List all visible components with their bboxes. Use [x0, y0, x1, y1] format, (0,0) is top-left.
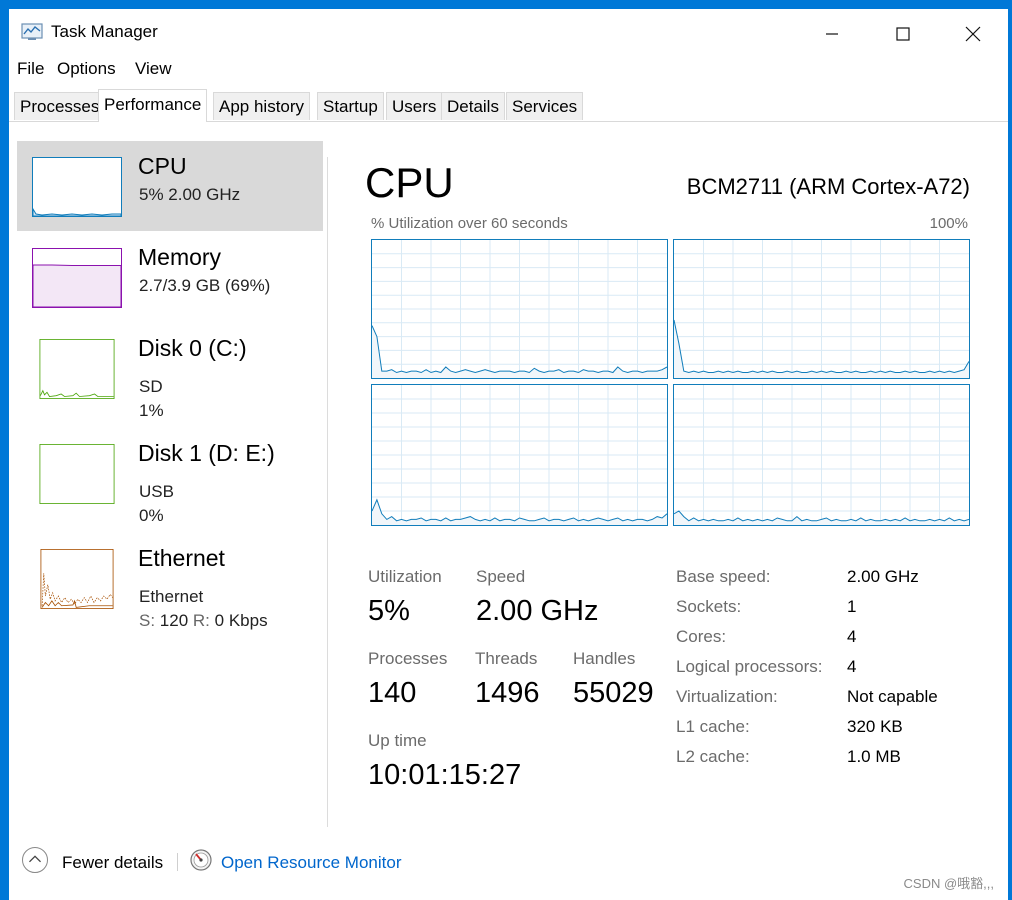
memory-thumbnail-graph: [32, 248, 122, 308]
sidebar-item-label: Disk 1 (D: E:): [138, 440, 275, 466]
core-graph-3: [371, 384, 668, 526]
task-manager-icon: [21, 23, 43, 40]
sockets-value: 1: [847, 597, 857, 616]
l1-cache-label: L1 cache:: [676, 717, 750, 736]
receive-label: R:: [192, 611, 210, 630]
cpu-thumbnail-graph: [32, 157, 122, 217]
core-graph-1: [371, 239, 668, 379]
cores-label: Cores:: [676, 627, 727, 646]
base-speed-value: 2.00 GHz: [847, 567, 919, 586]
resource-monitor-icon: [190, 849, 212, 871]
window-title: Task Manager: [51, 22, 158, 41]
graph-caption: % Utilization over 60 seconds: [371, 215, 568, 232]
tab-processes[interactable]: Processes: [14, 92, 106, 120]
send-value: 120: [159, 611, 189, 630]
processes-label: Processes: [368, 649, 448, 668]
sidebar-item-detail: SD: [139, 377, 163, 396]
page-title: CPU: [365, 159, 454, 206]
processes-value: 140: [368, 677, 417, 709]
l2-cache-value: 1.0 MB: [847, 747, 901, 766]
ethernet-thumbnail-graph: [32, 549, 122, 609]
chevron-up-icon[interactable]: [22, 847, 48, 873]
minimize-icon: [826, 33, 838, 35]
send-label: S:: [139, 611, 156, 630]
sidebar-divider: [327, 157, 328, 827]
speed-label: Speed: [476, 567, 526, 586]
utilization-label: Utilization: [368, 567, 442, 586]
sidebar-item-value: 0%: [139, 506, 164, 525]
virtualization-value: Not capable: [847, 687, 938, 706]
uptime-value: 10:01:15:27: [368, 759, 522, 791]
open-resource-monitor-link[interactable]: Open Resource Monitor: [221, 853, 401, 873]
sidebar-item-memory[interactable]: Memory 2.7/3.9 GB (69%): [17, 232, 323, 322]
tab-services[interactable]: Services: [506, 92, 584, 120]
maximize-button[interactable]: [879, 9, 927, 57]
base-speed-label: Base speed:: [676, 567, 771, 586]
close-button[interactable]: [949, 9, 997, 57]
cores-value: 4: [847, 627, 857, 646]
logical-processors-label: Logical processors:: [676, 657, 823, 676]
core-graph-4: [673, 384, 970, 526]
minimize-button[interactable]: [808, 9, 856, 57]
handles-label: Handles: [573, 649, 636, 668]
footer-divider: [9, 839, 1008, 840]
sidebar-item-cpu[interactable]: CPU 5% 2.00 GHz: [17, 141, 323, 231]
sidebar-item-detail: 2.7/3.9 GB (69%): [139, 276, 271, 295]
tab-details[interactable]: Details: [441, 92, 505, 120]
tab-bar: Processes Performance App history Startu…: [9, 89, 1008, 122]
menu-file[interactable]: File: [17, 59, 44, 79]
close-icon: [965, 26, 981, 42]
graph-max-label: 100%: [929, 215, 968, 232]
sidebar-item-detail: Ethernet: [139, 587, 204, 606]
sidebar-item-detail: USB: [139, 482, 174, 501]
watermark: CSDN @哦豁,,,: [903, 876, 994, 891]
maximize-icon: [896, 27, 910, 41]
tab-performance[interactable]: Performance: [98, 89, 208, 122]
title-bar: Task Manager: [9, 9, 1008, 57]
tab-startup[interactable]: Startup: [317, 92, 384, 120]
speed-value: 2.00 GHz: [476, 595, 599, 627]
sidebar-item-value: 1%: [139, 401, 164, 420]
sockets-label: Sockets:: [676, 597, 742, 616]
disk-1-thumbnail-graph: [32, 444, 122, 504]
uptime-label: Up time: [368, 731, 427, 750]
sidebar-item-label: Ethernet: [138, 545, 225, 571]
sidebar-item-disk-0[interactable]: Disk 0 (C:) SD 1%: [17, 323, 323, 420]
tab-users[interactable]: Users: [386, 92, 443, 120]
cpu-model: BCM2711 (ARM Cortex-A72): [686, 174, 970, 199]
sidebar-item-label: CPU: [138, 153, 187, 179]
sidebar-item-label: Memory: [138, 244, 222, 270]
sidebar-item-ethernet[interactable]: Ethernet Ethernet S: 120 R: 0 Kbps: [17, 533, 323, 630]
menu-options[interactable]: Options: [57, 59, 116, 79]
footer-separator: [177, 853, 178, 871]
core-graph-2: [673, 239, 970, 379]
sidebar-item-throughput: S: 120 R: 0 Kbps: [139, 611, 268, 631]
sidebar-item-disk-1[interactable]: Disk 1 (D: E:) USB 0%: [17, 428, 323, 525]
threads-value: 1496: [475, 677, 540, 709]
threads-label: Threads: [475, 649, 538, 668]
logical-processors-value: 4: [847, 657, 857, 676]
tab-app-history[interactable]: App history: [213, 92, 311, 120]
disk-0-thumbnail-graph: [32, 339, 122, 399]
l2-cache-label: L2 cache:: [676, 747, 750, 766]
receive-value: 0 Kbps: [214, 611, 268, 630]
virtualization-label: Virtualization:: [676, 687, 778, 706]
l1-cache-value: 320 KB: [847, 717, 903, 736]
handles-value: 55029: [573, 677, 654, 709]
sidebar-item-label: Disk 0 (C:): [138, 335, 247, 361]
utilization-value: 5%: [368, 595, 410, 627]
task-manager-window: Task Manager File Options View Processes…: [9, 9, 1008, 900]
fewer-details-button[interactable]: Fewer details: [62, 853, 163, 873]
sidebar-item-detail: 5% 2.00 GHz: [139, 185, 241, 204]
menu-view[interactable]: View: [135, 59, 172, 79]
